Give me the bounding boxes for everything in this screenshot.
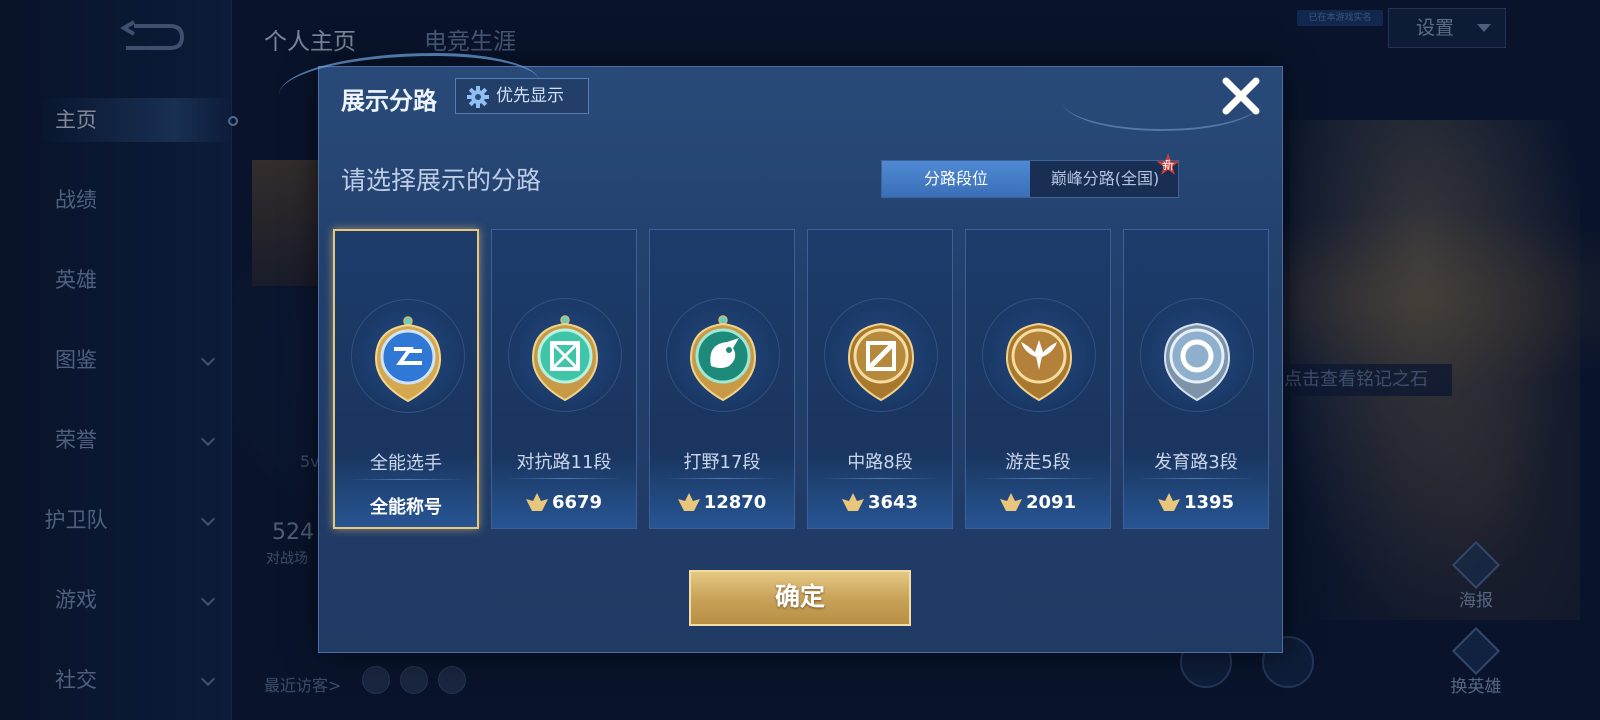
peak-points-icon <box>677 493 700 511</box>
priority-display-button[interactable]: 优先显示 <box>455 78 589 114</box>
dialog-subtitle: 请选择展示的分路 <box>341 166 542 195</box>
toggle-peak-lane[interactable]: 巅峰分路(全国) <box>1032 161 1178 197</box>
card-label: 发育路3段 <box>1154 452 1238 473</box>
dialog-title: 展示分路 <box>341 87 437 115</box>
lane-card-farm[interactable]: 发育路3段 1395 <box>1123 229 1269 529</box>
card-value: 12870 <box>650 492 794 513</box>
lane-mode-toggle: 分路段位 巅峰分路(全国) 新 <box>881 153 1180 198</box>
mid-lane-badge-icon <box>847 322 915 402</box>
lane-card-allround[interactable]: 全能选手 全能称号 <box>333 229 479 529</box>
peak-points-icon <box>841 493 864 511</box>
peak-points-icon <box>1157 493 1180 511</box>
toggle-lane-rank[interactable]: 分路段位 <box>882 161 1030 197</box>
lane-cards: 全能选手 全能称号 对抗路11段 6679 打野17段 12870 中路8段 3… <box>333 229 1269 531</box>
lane-card-jungle[interactable]: 打野17段 12870 <box>649 229 795 529</box>
allround-badge-icon <box>374 316 442 403</box>
card-label: 对抗路11段 <box>516 452 612 473</box>
lane-card-mid[interactable]: 中路8段 3643 <box>807 229 953 529</box>
close-icon <box>1222 77 1260 115</box>
priority-display-label: 优先显示 <box>496 86 564 106</box>
card-label: 全能选手 <box>370 453 442 474</box>
card-value: 1395 <box>1124 492 1268 513</box>
peak-points-icon <box>999 493 1022 511</box>
card-label: 游走5段 <box>1005 452 1071 473</box>
card-divider <box>822 478 938 479</box>
close-button[interactable] <box>1220 75 1262 117</box>
card-value: 2091 <box>966 492 1110 513</box>
lane-card-clash[interactable]: 对抗路11段 6679 <box>491 229 637 529</box>
farm-lane-badge-icon <box>1163 322 1231 402</box>
jungle-badge-icon <box>689 315 757 402</box>
clash-lane-badge-icon <box>531 315 599 402</box>
card-label: 中路8段 <box>847 452 913 473</box>
card-divider <box>664 478 780 479</box>
card-divider <box>1138 478 1254 479</box>
card-value: 6679 <box>492 492 636 513</box>
roam-badge-icon <box>1005 322 1073 402</box>
lane-card-roam[interactable]: 游走5段 2091 <box>965 229 1111 529</box>
card-divider <box>349 479 463 480</box>
card-value: 全能称号 <box>370 497 442 518</box>
card-label: 打野17段 <box>683 452 761 473</box>
gear-icon <box>467 86 489 108</box>
peak-points-icon <box>525 493 548 511</box>
card-divider <box>506 478 622 479</box>
confirm-button[interactable]: 确定 <box>689 570 911 626</box>
card-value: 3643 <box>808 492 952 513</box>
card-divider <box>980 478 1096 479</box>
lane-display-dialog: 展示分路 优先显示 请选择展示的分路 分路段位 巅峰分路(全国) 新 全能选手 … <box>279 53 1283 653</box>
